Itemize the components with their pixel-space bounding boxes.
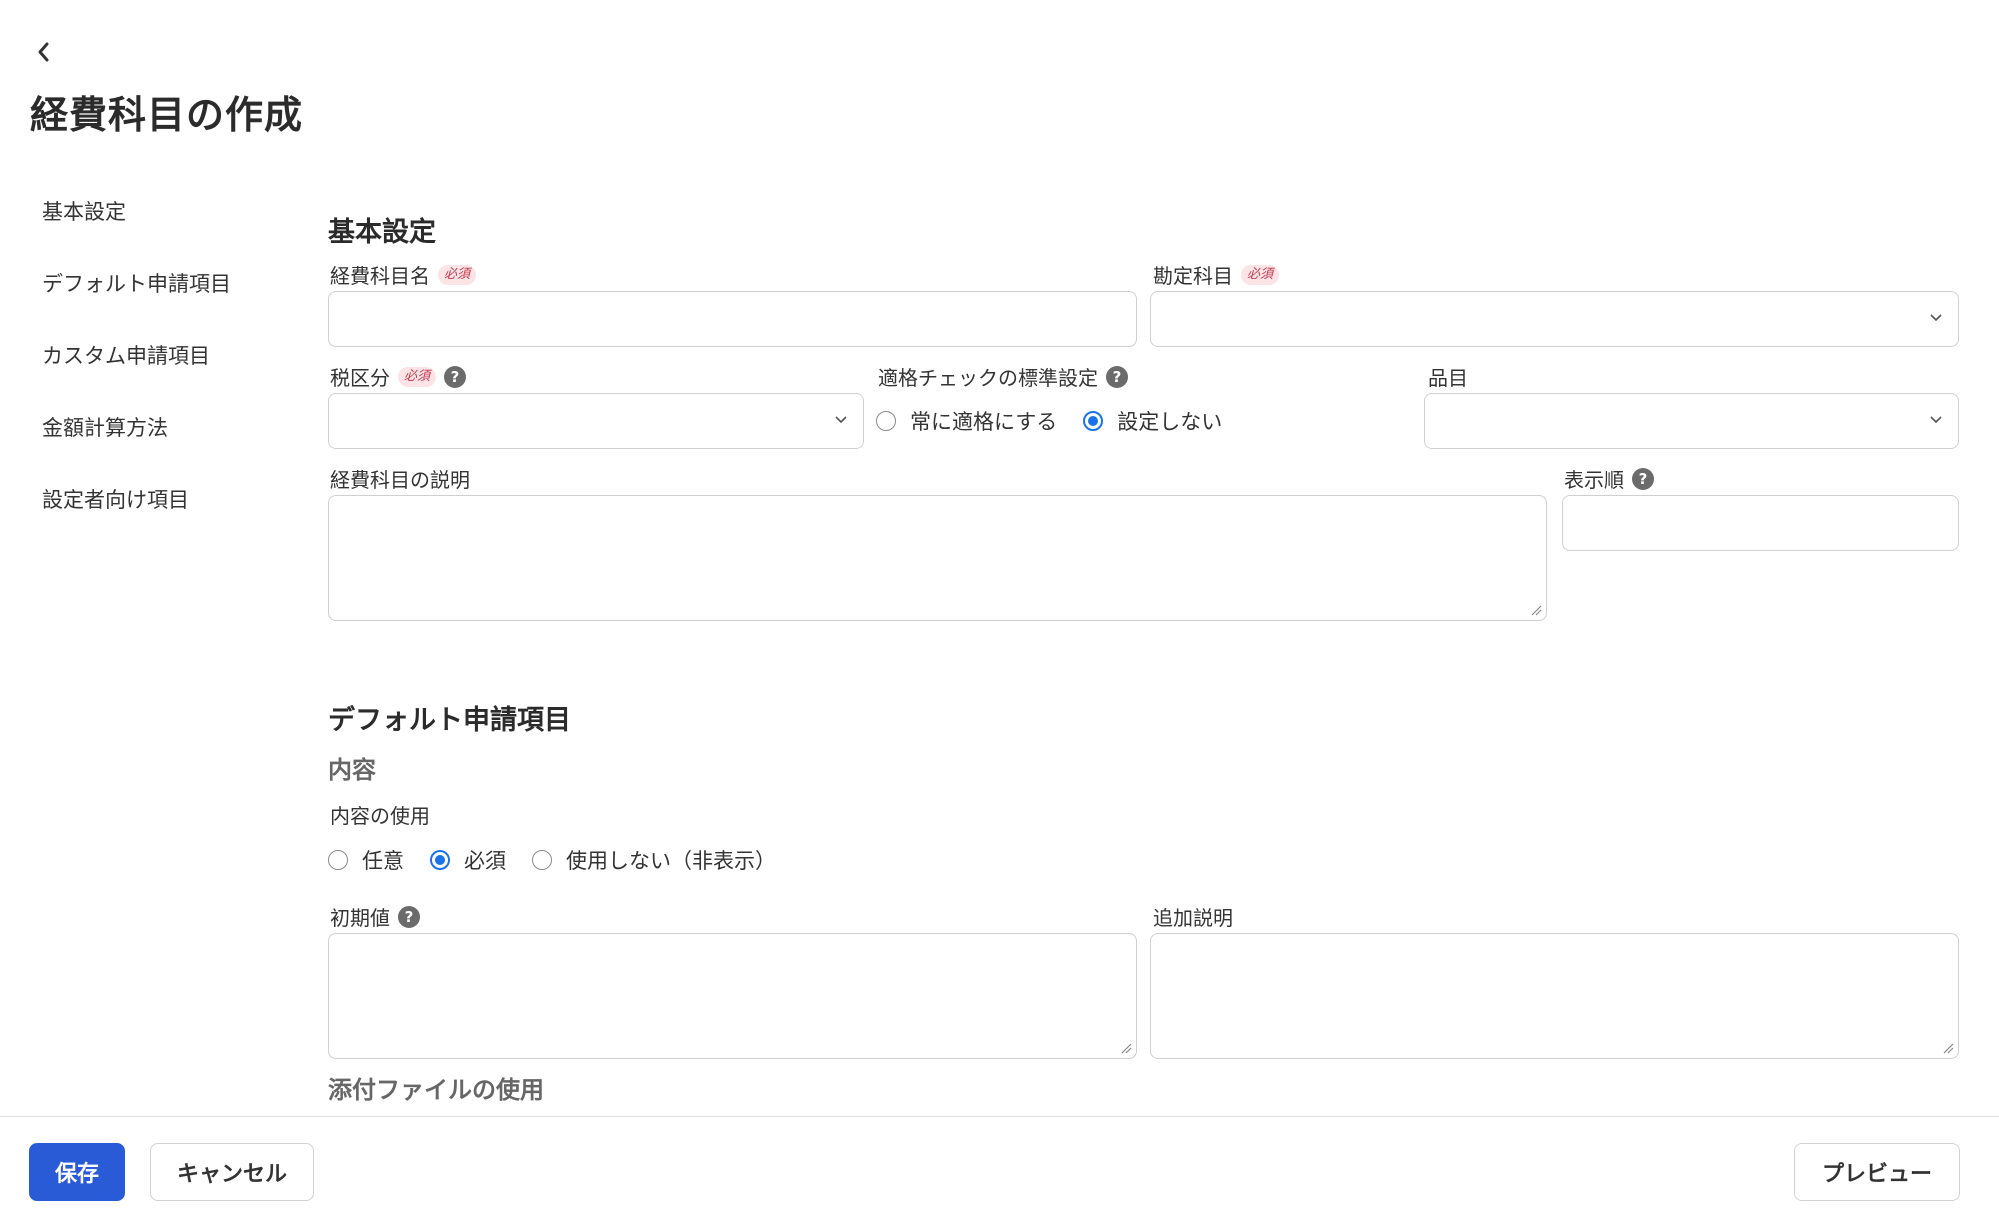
chevron-down-icon [835,416,847,424]
account-label-text: 勘定科目 [1153,264,1233,288]
description-textarea[interactable] [328,495,1547,621]
chevron-down-icon [1930,416,1942,424]
nav-item-default-fields[interactable]: デフォルト申請項目 [42,262,302,334]
nav-item-admin-fields[interactable]: 設定者向け項目 [42,478,302,550]
page-title: 経費科目の作成 [30,93,304,137]
item-label-text: 品目 [1428,366,1468,390]
chevron-down-icon [1930,314,1942,322]
initial-value-textarea[interactable] [328,933,1137,1059]
cancel-button[interactable]: キャンセル [150,1143,314,1201]
radio-circle [328,850,348,870]
account-select[interactable] [1150,291,1959,347]
help-icon[interactable]: ? [1106,365,1128,388]
tax-label: 税区分 必須 ? [330,362,467,391]
content-usage-radio-group: 任意 必須 使用しない（非表示） [328,845,802,875]
tax-label-text: 税区分 [330,366,390,390]
item-label: 品目 [1428,362,1468,391]
nav-item-custom-fields[interactable]: カスタム申請項目 [42,334,302,406]
resize-grip-icon[interactable] [1120,1042,1132,1054]
radio-required[interactable]: 必須 [430,845,506,875]
radio-circle [532,850,552,870]
qualified-label-text: 適格チェックの標準設定 [878,366,1098,390]
radio-unused[interactable]: 使用しない（非表示） [532,845,776,875]
attachment-subtitle: 添付ファイルの使用 [328,1076,544,1104]
expense-name-input[interactable] [328,291,1137,347]
chevron-left-icon [38,42,49,62]
radio-always-qualified[interactable]: 常に適格にする [876,406,1057,436]
required-badge: 必須 [398,366,437,387]
section-nav: 基本設定 デフォルト申請項目 カスタム申請項目 金額計算方法 設定者向け項目 [42,190,302,550]
back-button[interactable] [32,38,56,66]
initial-value-label-text: 初期値 [330,906,390,930]
account-label: 勘定科目 必須 [1153,260,1280,289]
radio-not-set[interactable]: 設定しない [1083,406,1222,436]
initial-value-label: 初期値 ? [330,902,420,931]
order-input[interactable] [1562,495,1959,551]
required-badge: 必須 [438,264,477,285]
nav-item-amount-calc[interactable]: 金額計算方法 [42,406,302,478]
resize-grip-icon[interactable] [1942,1042,1954,1054]
radio-circle [876,411,896,431]
help-icon[interactable]: ? [444,365,467,388]
content-usage-label-text: 内容の使用 [330,804,430,828]
order-label: 表示順 ? [1564,464,1654,493]
description-label-text: 経費科目の説明 [330,468,470,492]
help-icon[interactable]: ? [1632,467,1654,490]
tax-select[interactable] [328,393,864,449]
section-title-default-fields: デフォルト申請項目 [328,705,571,736]
order-label-text: 表示順 [1564,468,1624,492]
help-icon[interactable]: ? [398,905,420,928]
preview-button[interactable]: プレビュー [1794,1143,1960,1201]
content-usage-label: 内容の使用 [330,800,430,829]
radio-optional[interactable]: 任意 [328,845,404,875]
radio-circle-checked [1083,411,1104,431]
expense-name-label: 経費科目名 必須 [330,260,477,289]
save-button[interactable]: 保存 [29,1143,125,1201]
extra-description-label: 追加説明 [1153,902,1233,931]
extra-description-label-text: 追加説明 [1153,906,1233,930]
extra-description-textarea[interactable] [1150,933,1959,1059]
qualified-radio-group: 常に適格にする 設定しない [876,406,1248,436]
radio-circle-checked [430,850,450,870]
content-subtitle: 内容 [328,756,376,784]
qualified-label: 適格チェックの標準設定 ? [878,362,1128,391]
item-select[interactable] [1424,393,1959,449]
footer-bar: 保存 キャンセル プレビュー [0,1116,1999,1225]
expense-name-label-text: 経費科目名 [330,264,430,288]
section-title-basic: 基本設定 [328,217,436,248]
required-badge: 必須 [1241,264,1280,285]
nav-item-basic[interactable]: 基本設定 [42,190,302,262]
resize-grip-icon[interactable] [1530,604,1542,616]
description-label: 経費科目の説明 [330,464,470,493]
